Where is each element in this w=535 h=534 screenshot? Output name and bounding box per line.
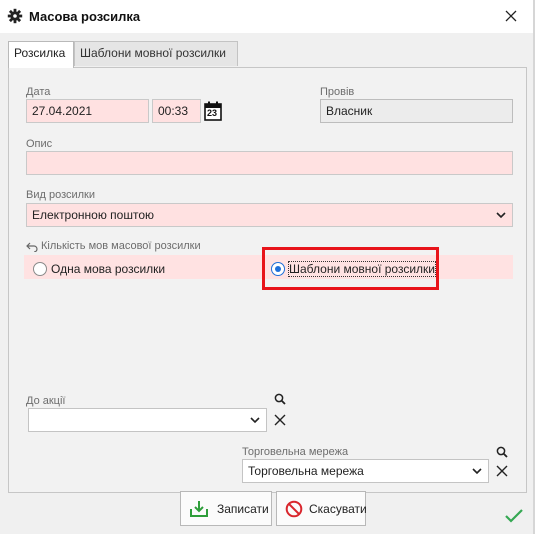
conducted-value: Власник	[326, 104, 373, 118]
save-button-label: Записати	[217, 502, 269, 516]
trade-network-value: Торговельна мережа	[248, 464, 364, 478]
promo-label: До акції	[26, 395, 66, 407]
network-clear-button[interactable]	[496, 465, 508, 480]
check-icon	[504, 508, 524, 527]
time-value: 00:33	[158, 104, 189, 118]
dialog-window: Масова розсилка Розсилка Шаблони мовної …	[0, 0, 535, 534]
clear-icon	[274, 414, 286, 426]
promo-clear-button[interactable]	[274, 414, 286, 429]
date-value: 27.04.2021	[32, 104, 93, 118]
close-icon	[505, 10, 517, 22]
clear-icon	[496, 465, 508, 477]
description-input[interactable]	[26, 151, 513, 175]
time-field[interactable]: 00:33	[152, 99, 201, 123]
description-label: Опис	[26, 138, 53, 150]
mailing-type-value: Електронною поштою	[32, 208, 155, 222]
radio-button	[33, 262, 47, 276]
tab-mailing[interactable]: Розсилка	[8, 41, 74, 68]
back-arrow-icon	[26, 241, 38, 255]
date-label: Дата	[26, 86, 51, 98]
mailing-type-label: Вид розсилки	[26, 189, 96, 201]
network-search-button[interactable]	[496, 446, 508, 461]
search-icon	[496, 446, 508, 458]
calendar-button[interactable]: 23	[204, 101, 222, 124]
tab-language-templates[interactable]: Шаблони мовної розсилки	[74, 41, 238, 66]
radio-single-label: Одна мова розсилки	[51, 262, 166, 276]
chevron-down-icon	[250, 417, 260, 424]
radio-single-language[interactable]: Одна мова розсилки	[33, 262, 183, 277]
title-bar: Масова розсилка	[0, 0, 533, 33]
search-icon	[274, 393, 286, 405]
chevron-down-icon	[472, 468, 482, 475]
chevron-down-icon	[496, 212, 506, 219]
save-button[interactable]: Записати	[180, 491, 272, 526]
trade-network-label: Торговельна мережа	[242, 446, 349, 458]
conducted-label: Провів	[320, 86, 355, 98]
annotation-highlight-box	[262, 247, 439, 290]
mailing-type-select[interactable]: Електронною поштою	[26, 203, 513, 227]
cancel-button[interactable]: Скасувати	[276, 491, 367, 526]
conducted-field: Власник	[320, 99, 513, 123]
promo-search-button[interactable]	[274, 393, 286, 408]
window-title: Масова розсилка	[29, 9, 141, 24]
date-field[interactable]: 27.04.2021	[26, 99, 149, 123]
gear-icon	[7, 8, 23, 24]
promo-select[interactable]	[28, 408, 267, 432]
trade-network-select[interactable]: Торговельна мережа	[242, 459, 489, 483]
close-button[interactable]	[497, 4, 525, 28]
save-icon	[189, 500, 209, 521]
cancel-icon	[285, 500, 303, 521]
cancel-button-label: Скасувати	[309, 502, 367, 516]
calendar-day: 23	[207, 108, 218, 118]
languages-count-label: Кількість мов масової розсилки	[41, 240, 201, 252]
